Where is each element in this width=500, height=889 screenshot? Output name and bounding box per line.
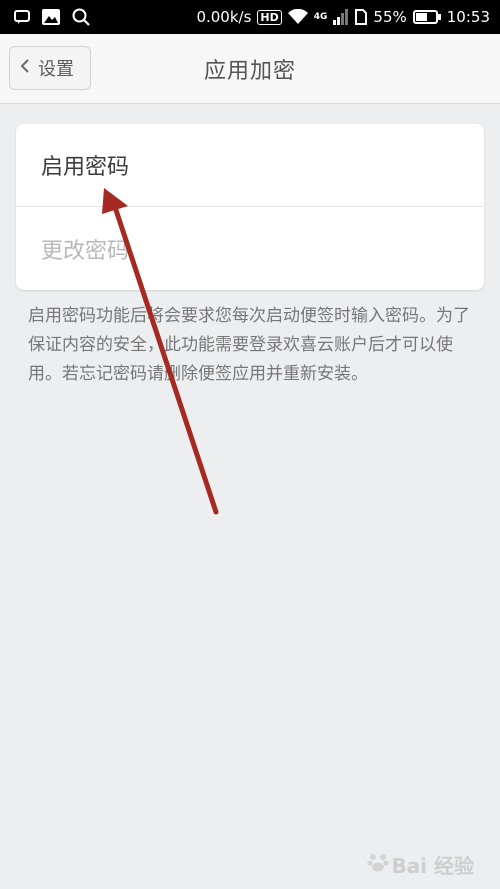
annotation-arrow <box>102 188 219 515</box>
watermark-text: Bai 经验 <box>391 854 474 878</box>
paw-icon <box>367 851 390 878</box>
baidu-jingyan-watermark: Bai 经验 <box>367 850 474 879</box>
